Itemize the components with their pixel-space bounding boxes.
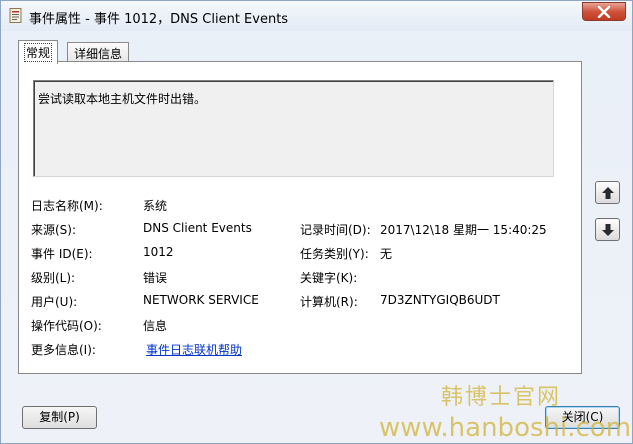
close-button-label: 关闭(C)	[561, 410, 604, 424]
close-icon	[597, 6, 611, 18]
copy-button[interactable]: 复制(P)	[22, 406, 97, 429]
previous-event-button[interactable]	[595, 181, 620, 204]
computer-value[interactable]: 7D3ZNTYGIQB6UDT	[380, 293, 500, 307]
copy-button-label: 复制(P)	[39, 410, 80, 424]
logged-label: 记录时间(D):	[300, 223, 371, 237]
user-value[interactable]: NETWORK SERVICE	[143, 293, 259, 307]
event-id-label: 事件 ID(E):	[31, 247, 93, 261]
general-panel: 尝试读取本地主机文件时出错。 日志名称(M): 系统 来源(S): DNS Cl…	[18, 61, 582, 374]
computer-label: 计算机(R):	[300, 295, 358, 309]
log-name-label: 日志名称(M):	[31, 199, 103, 213]
logged-value[interactable]: 2017\12\18 星期一 15:40:25	[380, 221, 547, 238]
log-name-value[interactable]: 系统	[143, 197, 167, 214]
more-info-label: 更多信息(I):	[31, 343, 96, 357]
event-id-value[interactable]: 1012	[143, 245, 174, 259]
event-properties-icon	[9, 8, 22, 23]
watermark-brand: 韩博士官网	[441, 385, 562, 410]
description-box[interactable]: 尝试读取本地主机文件时出错。	[33, 80, 554, 177]
event-properties-window: 事件属性 - 事件 1012，DNS Client Events 常规 详细信息…	[0, 0, 633, 444]
tab-details[interactable]: 详细信息	[67, 42, 130, 62]
more-info-link[interactable]: 事件日志联机帮助	[146, 341, 242, 358]
description-text: 尝试读取本地主机文件时出错。	[38, 92, 207, 106]
next-event-button[interactable]	[595, 218, 620, 241]
keywords-label: 关键字(K):	[300, 271, 358, 285]
user-label: 用户(U):	[31, 295, 78, 309]
level-label: 级别(L):	[31, 271, 76, 285]
tab-general-label: 常规	[23, 43, 53, 62]
source-label: 来源(S):	[31, 223, 77, 237]
arrow-down-icon	[602, 224, 614, 236]
tab-general[interactable]: 常规	[18, 40, 59, 64]
window-title: 事件属性 - 事件 1012，DNS Client Events	[29, 12, 289, 27]
opcode-label: 操作代码(O):	[31, 319, 102, 333]
window-close-button[interactable]	[582, 2, 626, 21]
opcode-value[interactable]: 信息	[143, 317, 167, 334]
task-category-label: 任务类别(Y):	[300, 247, 369, 261]
close-button[interactable]: 关闭(C)	[545, 406, 620, 429]
task-category-value[interactable]: 无	[380, 245, 392, 262]
arrow-up-icon	[602, 187, 614, 199]
level-value[interactable]: 错误	[143, 269, 167, 286]
tab-details-label: 详细信息	[74, 47, 123, 61]
title-bar[interactable]: 事件属性 - 事件 1012，DNS Client Events	[1, 1, 632, 31]
source-value[interactable]: DNS Client Events	[143, 221, 252, 235]
